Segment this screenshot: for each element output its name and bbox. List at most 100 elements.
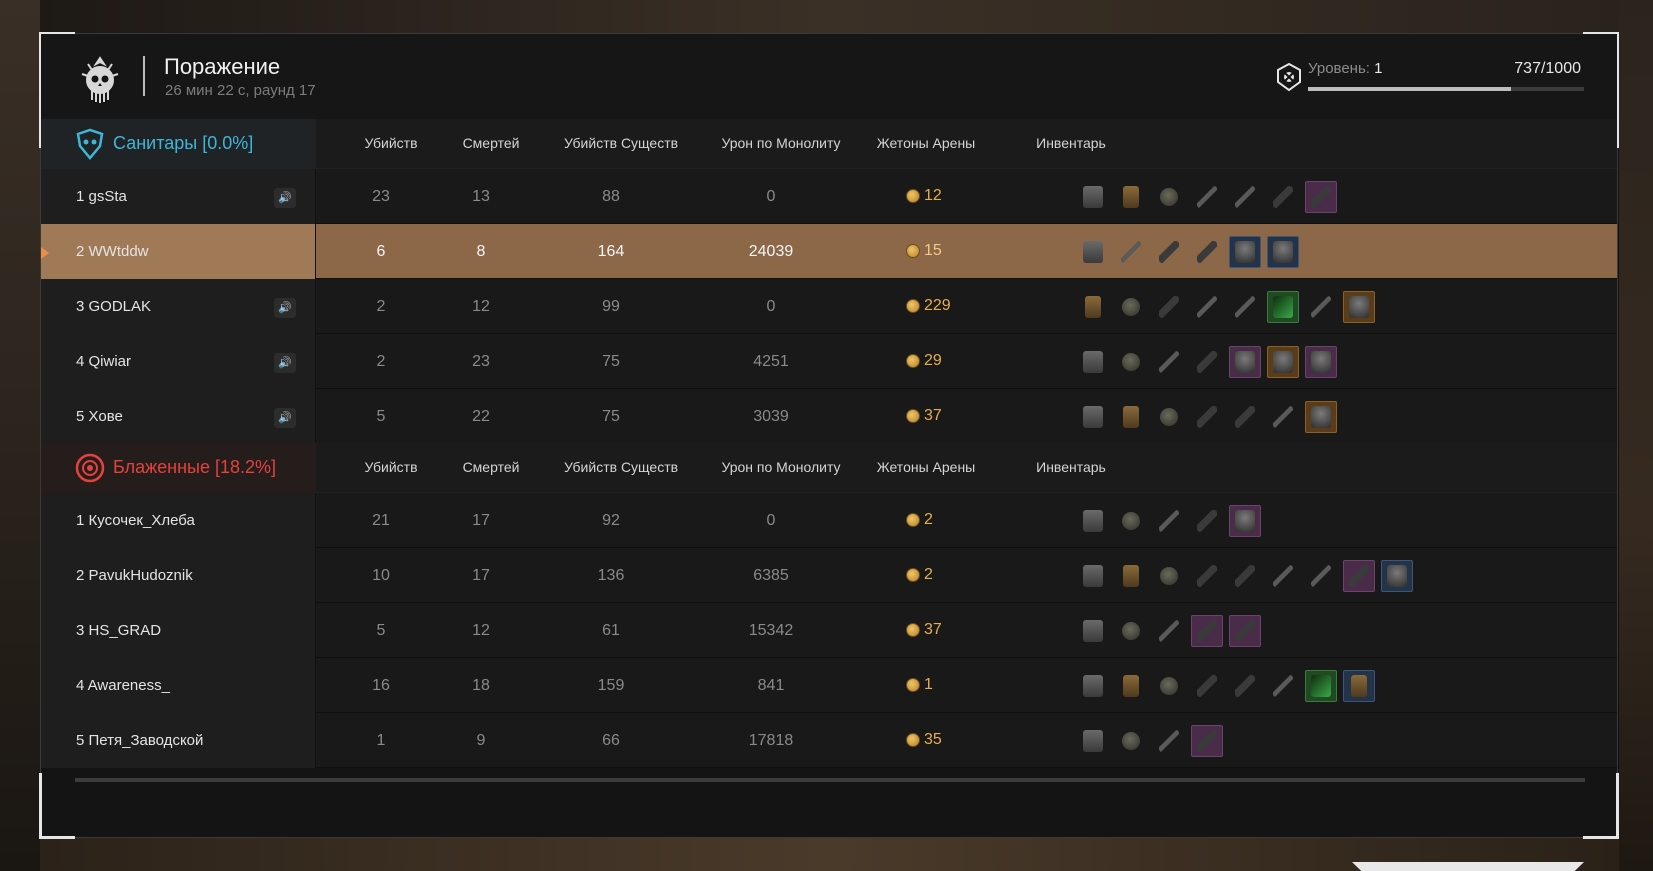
inventory-item-grenade[interactable] (1115, 505, 1147, 537)
inventory-item-grenade[interactable] (1115, 291, 1147, 323)
bag-icon (1123, 674, 1139, 697)
inventory-item-knife[interactable] (1267, 401, 1299, 433)
player-row[interactable]: 4 Qiwiar 🔊 2 23 75 4251 29 (41, 334, 1617, 389)
player-row[interactable]: 5 Петя_Заводской 1 9 66 17818 35 (41, 713, 1617, 768)
helm-icon (1235, 350, 1255, 373)
inventory-item-armor[interactable] (1077, 346, 1109, 378)
inventory-item-helm[interactable] (1229, 504, 1261, 537)
scrollbar-thumb[interactable] (75, 778, 1585, 782)
inventory-item-bag[interactable] (1115, 560, 1147, 592)
inventory-item-green[interactable] (1267, 290, 1299, 323)
player-row[interactable]: 2 WWtddw 6 8 164 24039 15 (41, 224, 1617, 279)
inventory-item-gun[interactable] (1191, 346, 1223, 378)
stat-deaths: 12 (472, 298, 490, 315)
inventory-item-grenade[interactable] (1153, 560, 1185, 592)
stat-kills: 21 (372, 512, 390, 529)
inventory-item-armor[interactable] (1077, 615, 1109, 647)
inventory-item-armor[interactable] (1077, 181, 1109, 213)
inventory-item-grenade[interactable] (1115, 615, 1147, 647)
inventory-item-knife[interactable] (1229, 181, 1261, 213)
inventory-item-helm[interactable] (1267, 235, 1299, 268)
inventory-item-armor[interactable] (1077, 560, 1109, 592)
inventory-item-grenade[interactable] (1115, 725, 1147, 757)
arena-tokens: 229 (906, 297, 951, 315)
mute-speaker-button[interactable]: 🔊 (274, 188, 296, 208)
inventory-item-grenade[interactable] (1153, 401, 1185, 433)
inventory-item-gun[interactable] (1229, 401, 1261, 433)
column-header: Убийств Существ (563, 459, 679, 475)
mute-speaker-button[interactable]: 🔊 (274, 353, 296, 373)
inventory-item-knife[interactable] (1153, 725, 1185, 757)
grenade-icon (1122, 731, 1140, 750)
player-name: 4 Qiwiar (76, 353, 132, 370)
inventory-item-gun[interactable] (1191, 614, 1223, 647)
player-row[interactable]: 3 GODLAK 🔊 2 12 99 0 229 (41, 279, 1617, 334)
green-icon (1273, 295, 1293, 318)
mute-speaker-button[interactable]: 🔊 (274, 298, 296, 318)
inventory-item-gun[interactable] (1305, 180, 1337, 213)
inventory-item-knife[interactable] (1305, 291, 1337, 323)
inventory-item-knife[interactable] (1191, 291, 1223, 323)
inventory-item-gun[interactable] (1229, 670, 1261, 702)
inventory-item-gun[interactable] (1343, 559, 1375, 592)
grenade-icon (1160, 676, 1178, 695)
player-row[interactable]: 1 gsSta 🔊 23 13 88 0 12 (41, 169, 1617, 224)
inventory-item-green[interactable] (1305, 669, 1337, 702)
match-duration: 26 мин 22 с, раунд 17 (165, 82, 316, 99)
inventory-item-bag[interactable] (1077, 291, 1109, 323)
inventory-item-helm[interactable] (1229, 345, 1261, 378)
inventory-item-helm[interactable] (1305, 345, 1337, 378)
mute-speaker-button[interactable]: 🔊 (274, 408, 296, 428)
player-row[interactable]: 5 Хове 🔊 5 22 75 3039 37 (41, 389, 1617, 444)
player-row[interactable]: 3 HS_GRAD 5 12 61 15342 37 (41, 603, 1617, 658)
inventory-item-knife[interactable] (1191, 181, 1223, 213)
current-player-marker (41, 247, 49, 259)
inventory-item-gun[interactable] (1267, 181, 1299, 213)
inventory-item-helm[interactable] (1229, 235, 1261, 268)
player-row[interactable]: 4 Awareness_ 16 18 159 841 1 (41, 658, 1617, 713)
inventory-item-armor[interactable] (1077, 725, 1109, 757)
player-row[interactable]: 1 Кусочек_Хлеба 21 17 92 0 2 (41, 493, 1617, 548)
gun-icon (1273, 185, 1293, 208)
inventory-item-gun[interactable] (1191, 236, 1223, 268)
inventory-item-gun[interactable] (1191, 560, 1223, 592)
inventory-item-knife[interactable] (1153, 346, 1185, 378)
inventory-item-grenade[interactable] (1153, 181, 1185, 213)
inventory-item-knife[interactable] (1115, 236, 1147, 268)
inventory-item-helm[interactable] (1267, 345, 1299, 378)
inventory-item-knife[interactable] (1267, 670, 1299, 702)
frame-edge (39, 773, 42, 803)
player-name-cell: 5 Хове 🔊 (41, 389, 316, 444)
knife-icon (1273, 405, 1293, 428)
inventory-item-knife[interactable] (1153, 505, 1185, 537)
inventory-item-knife[interactable] (1267, 560, 1299, 592)
inventory-item-gun[interactable] (1191, 670, 1223, 702)
inventory-item-knife[interactable] (1229, 291, 1261, 323)
inventory-item-armor[interactable] (1077, 505, 1109, 537)
inventory-item-helm[interactable] (1381, 559, 1413, 592)
player-row[interactable]: 2 PavukHudoznik 10 17 136 6385 2 (41, 548, 1617, 603)
inventory-item-knife[interactable] (1305, 560, 1337, 592)
inventory-item-armor[interactable] (1077, 670, 1109, 702)
inventory-item-gun[interactable] (1153, 236, 1185, 268)
continue-tab[interactable] (1352, 862, 1584, 871)
inventory-item-bag[interactable] (1115, 401, 1147, 433)
inventory-item-helm[interactable] (1343, 290, 1375, 323)
inventory-item-grenade[interactable] (1153, 670, 1185, 702)
inventory-item-knife[interactable] (1153, 615, 1185, 647)
inventory-item-gun[interactable] (1191, 505, 1223, 537)
inventory-item-bag[interactable] (1343, 669, 1375, 702)
inventory-item-gun[interactable] (1229, 560, 1261, 592)
inventory-item-grenade[interactable] (1115, 346, 1147, 378)
blessed-team-icon (75, 453, 105, 483)
inventory-item-bag[interactable] (1115, 670, 1147, 702)
inventory-item-armor[interactable] (1077, 236, 1109, 268)
inventory-item-helm[interactable] (1305, 400, 1337, 433)
inventory-item-armor[interactable] (1077, 401, 1109, 433)
inventory-item-gun[interactable] (1229, 614, 1261, 647)
inventory-item-bag[interactable] (1115, 181, 1147, 213)
inventory-item-gun[interactable] (1153, 291, 1185, 323)
inventory-item-gun[interactable] (1191, 401, 1223, 433)
inventory-item-gun[interactable] (1191, 724, 1223, 757)
horizontal-scrollbar[interactable] (75, 778, 1585, 782)
